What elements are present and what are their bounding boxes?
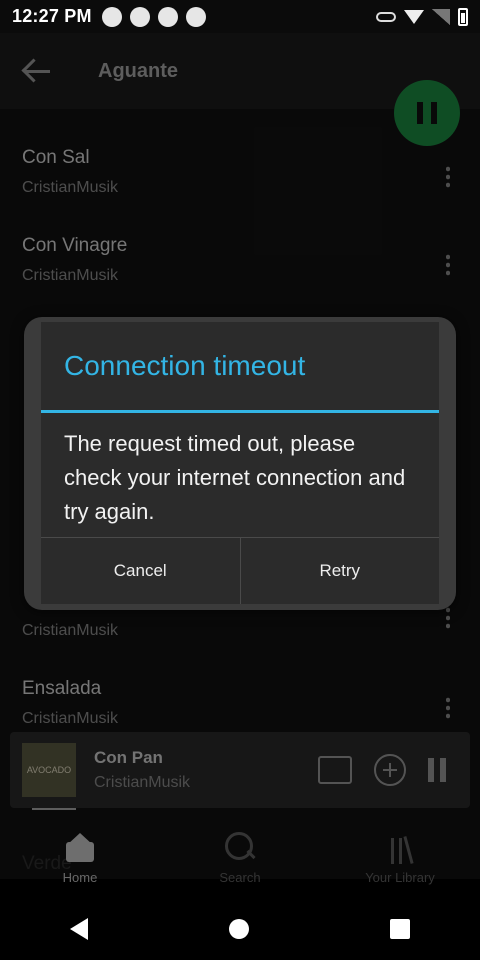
system-icons xyxy=(376,7,468,26)
vpn-icon xyxy=(185,6,206,27)
recents-icon[interactable] xyxy=(389,919,410,939)
retry-button[interactable]: Retry xyxy=(239,538,440,604)
status-time: 12:27 PM xyxy=(12,6,92,26)
cancel-button[interactable]: Cancel xyxy=(41,538,240,604)
status-bar: 12:27 PM xyxy=(0,0,480,33)
back-icon[interactable] xyxy=(70,918,89,940)
system-nav-bar xyxy=(0,898,480,960)
dialog-title: Connection timeout xyxy=(64,350,306,381)
spotify-icon xyxy=(101,6,122,27)
connection-timeout-dialog: Connection timeout The request timed out… xyxy=(41,322,439,604)
notification-icons xyxy=(101,6,206,27)
home-button-icon[interactable] xyxy=(228,919,249,939)
battery-icon xyxy=(458,7,468,26)
wifi-icon xyxy=(404,9,424,24)
key-icon xyxy=(376,11,396,22)
app-icon xyxy=(129,6,150,27)
signal-icon xyxy=(432,8,450,25)
app-icon-2 xyxy=(157,6,178,27)
dialog-message: The request timed out, please check your… xyxy=(64,431,406,524)
dialog-buttons: Cancel Retry xyxy=(41,537,439,604)
